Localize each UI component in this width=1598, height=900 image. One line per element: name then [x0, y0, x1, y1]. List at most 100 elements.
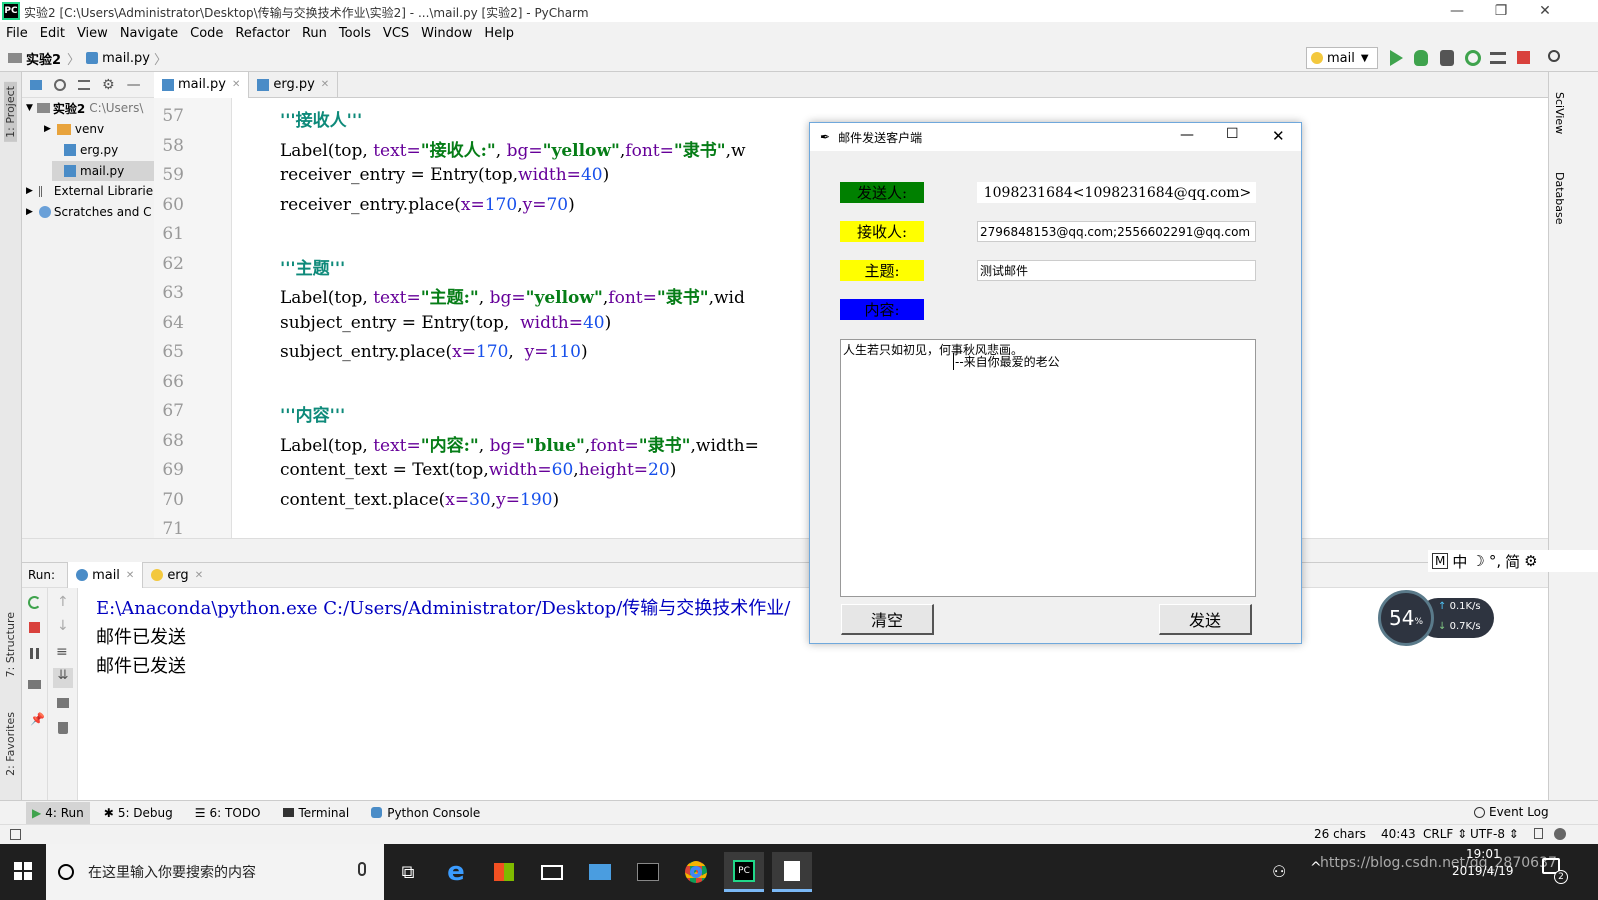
restore-icon[interactable]: ❐	[1478, 0, 1524, 22]
pause-icon[interactable]	[30, 648, 39, 659]
task-view-icon[interactable]: ⧉	[388, 852, 428, 892]
clear-button[interactable]: 清空	[841, 604, 934, 635]
menu-window[interactable]: Window	[415, 26, 478, 41]
concurrency-icon[interactable]	[1490, 52, 1506, 64]
moon-icon[interactable]: ☽	[1471, 552, 1484, 570]
gear-icon[interactable]: ⚙	[1524, 552, 1537, 570]
notepad-icon[interactable]	[772, 852, 812, 892]
ime-chinese[interactable]: 中	[1452, 551, 1467, 572]
sender-field[interactable]: 1098231684<1098231684@qq.com>	[977, 182, 1256, 203]
run-icon[interactable]	[1390, 50, 1403, 66]
arrow-up-icon[interactable]: ↑	[57, 594, 69, 610]
clock-date[interactable]: 2019/4/19	[1452, 864, 1514, 878]
status-encoding[interactable]: UTF-8 ⇕	[1470, 827, 1519, 841]
tree-item-external-libraries[interactable]: ▶ External Librarie	[26, 181, 154, 201]
tab-erg-py[interactable]: erg.py ✕	[249, 71, 339, 98]
lock-icon[interactable]	[1534, 828, 1543, 839]
windows-start-icon[interactable]	[14, 862, 32, 880]
close-icon[interactable]: ✕	[195, 570, 203, 581]
tool-window-toggle-icon[interactable]	[10, 829, 21, 840]
run-config-select[interactable]: mail ▼	[1306, 47, 1378, 69]
tree-item-mail[interactable]: mail.py	[52, 161, 154, 181]
breadcrumb-file[interactable]: mail.py	[102, 51, 150, 66]
tool-tab-python-console[interactable]: Python Console	[371, 806, 480, 820]
menu-refactor[interactable]: Refactor	[229, 26, 296, 41]
collapse-icon[interactable]	[30, 79, 42, 90]
menu-run[interactable]: Run	[296, 26, 333, 41]
favorites-tool-tab[interactable]: 2: Favorites	[4, 712, 17, 776]
people-icon[interactable]: ⚇	[1272, 862, 1286, 881]
print-icon[interactable]	[57, 698, 69, 708]
scroll-to-end-icon[interactable]: ⇊	[53, 668, 73, 688]
ime-punctuation[interactable]: °,	[1489, 552, 1501, 570]
coverage-icon[interactable]	[1440, 50, 1454, 66]
content-textarea[interactable]: 人生若只如初见，何事秋风悲画。 --来自你最爱的老公	[840, 339, 1256, 597]
run-tab-erg[interactable]: erg ✕	[143, 562, 211, 588]
menu-edit[interactable]: Edit	[34, 26, 71, 41]
status-position[interactable]: 40:43	[1381, 827, 1416, 841]
target-icon[interactable]	[54, 78, 66, 91]
stop-icon[interactable]	[1517, 51, 1530, 64]
sciview-tool-tab[interactable]: SciView	[1553, 92, 1566, 134]
profile-icon[interactable]	[1465, 50, 1481, 66]
gear-icon[interactable]: ⚙	[102, 77, 115, 93]
tab-mail-py[interactable]: mail.py ✕	[154, 71, 250, 98]
breadcrumb-project[interactable]: 实验2	[26, 49, 61, 68]
taskbar-search[interactable]: 在这里输入你要搜索的内容	[46, 844, 384, 900]
database-tool-tab[interactable]: Database	[1553, 172, 1566, 225]
subject-field[interactable]: 测试邮件	[977, 260, 1256, 281]
debug-icon[interactable]	[1414, 50, 1428, 66]
sort-icon[interactable]	[78, 79, 90, 90]
tree-item-project[interactable]: ▼ 实验2 C:\Users\	[26, 98, 154, 118]
structure-tool-tab[interactable]: 7: Structure	[4, 612, 17, 677]
rerun-icon[interactable]	[28, 596, 41, 609]
minimize-icon[interactable]: —	[1180, 127, 1194, 143]
arrow-down-icon[interactable]: ↓	[57, 618, 69, 634]
close-icon[interactable]: ✕	[1272, 127, 1285, 145]
chrome-icon[interactable]	[676, 852, 716, 892]
ime-mode-m[interactable]: M	[1432, 553, 1449, 569]
menu-tools[interactable]: Tools	[333, 26, 377, 41]
trash-icon[interactable]	[58, 722, 68, 734]
tree-item-venv[interactable]: ▶ venv	[44, 119, 154, 139]
clock-time[interactable]: 19:01	[1466, 847, 1501, 861]
send-button[interactable]: 发送	[1159, 604, 1252, 635]
menu-file[interactable]: File	[0, 26, 34, 41]
search-icon[interactable]	[1548, 50, 1560, 62]
menu-code[interactable]: Code	[184, 26, 229, 41]
pycharm-taskbar-icon[interactable]: PC	[724, 852, 764, 892]
receiver-field[interactable]: 2796848153@qq.com;2556602291@qq.com	[977, 221, 1256, 242]
run-tab-mail[interactable]: mail ✕	[67, 562, 144, 588]
minimize-icon[interactable]: —	[1434, 0, 1480, 22]
close-icon[interactable]: ✕	[232, 79, 240, 90]
close-icon[interactable]: ✕	[1522, 0, 1568, 22]
soft-wrap-icon[interactable]: ≡	[56, 644, 68, 660]
menu-help[interactable]: Help	[478, 26, 520, 41]
cmd-icon[interactable]	[628, 852, 668, 892]
close-icon[interactable]: ✕	[126, 570, 134, 581]
menu-view[interactable]: View	[71, 26, 114, 41]
microphone-icon[interactable]	[358, 862, 366, 876]
tree-item-erg[interactable]: erg.py	[64, 140, 154, 160]
tool-tab-run[interactable]: ▶ 4: Run	[26, 801, 90, 824]
tool-tab-todo[interactable]: ☰ 6: TODO	[195, 806, 261, 820]
inspector-icon[interactable]	[1554, 828, 1566, 840]
menu-navigate[interactable]: Navigate	[114, 26, 184, 41]
tool-tab-terminal[interactable]: Terminal	[282, 806, 349, 820]
status-line-separator[interactable]: CRLF ⇕	[1423, 827, 1467, 841]
network-share-icon[interactable]	[580, 852, 620, 892]
store-icon[interactable]	[484, 852, 524, 892]
hide-icon[interactable]: —	[127, 77, 141, 93]
mail-icon[interactable]	[532, 852, 572, 892]
layout-icon[interactable]	[28, 680, 41, 689]
event-log-button[interactable]: Event Log	[1474, 805, 1549, 819]
project-tool-tab[interactable]: 1: Project	[4, 82, 17, 142]
edge-icon[interactable]: e	[436, 852, 476, 892]
close-icon[interactable]: ✕	[321, 79, 329, 90]
menu-vcs[interactable]: VCS	[377, 26, 415, 41]
stop-icon[interactable]	[29, 622, 40, 633]
tree-item-scratches[interactable]: ▶ Scratches and C	[26, 202, 154, 222]
ime-simplified[interactable]: 简	[1505, 551, 1520, 572]
maximize-icon[interactable]: ☐	[1226, 126, 1239, 142]
tool-tab-debug[interactable]: ✱ 5: Debug	[104, 806, 173, 820]
